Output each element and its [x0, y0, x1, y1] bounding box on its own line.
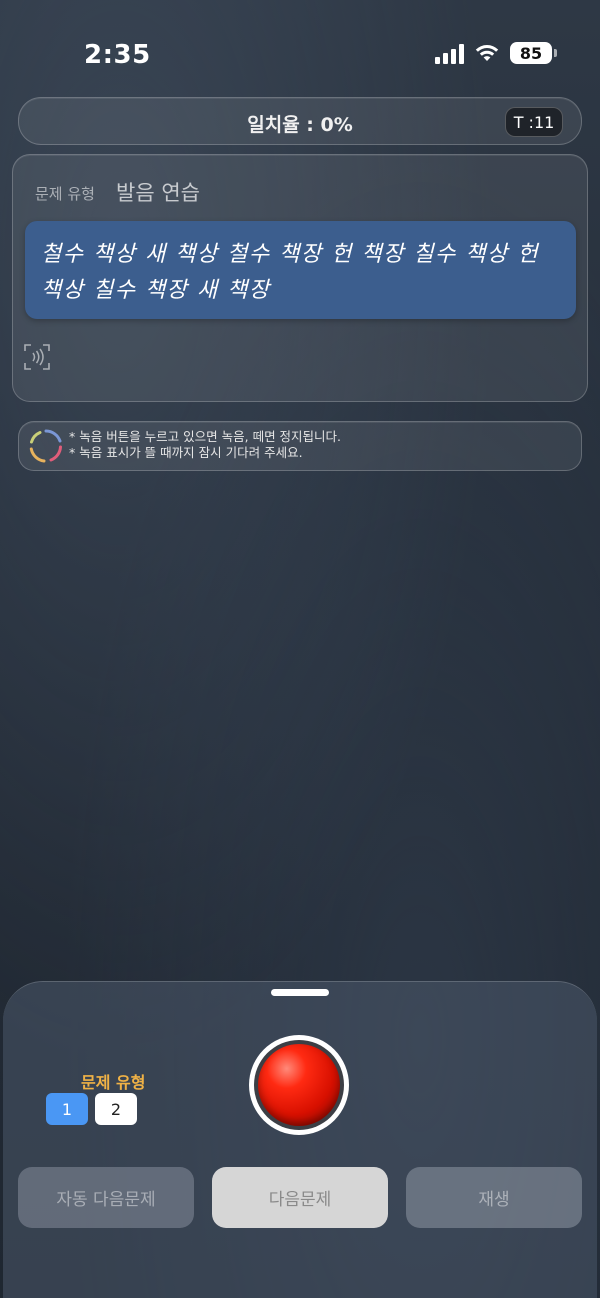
type-option-2[interactable]: 2: [95, 1093, 137, 1125]
battery-icon: 85: [510, 42, 557, 64]
question-type-value: 발음 연습: [116, 181, 200, 205]
bottom-sheet: 문제 유형 1 2: [3, 981, 597, 1298]
loading-spinner-icon: [29, 429, 62, 463]
hint-line-1: * 녹음 버튼을 누르고 있으면 녹음, 떼면 정지됩니다.: [69, 429, 342, 444]
match-rate-text: 일치율 : 0%: [247, 114, 353, 136]
next-button[interactable]: 다음문제: [212, 1167, 388, 1228]
nfc-sound-icon[interactable]: [23, 343, 51, 371]
wifi-icon: [475, 45, 499, 61]
auto-next-button[interactable]: 자동 다음문제: [18, 1167, 194, 1228]
sheet-grabber[interactable]: [271, 989, 329, 996]
hint-line-2: * 녹음 표시가 뜰 때까지 잠시 기다려 주세요.: [69, 445, 303, 460]
record-icon: [258, 1044, 340, 1126]
record-button-ring: [254, 1040, 344, 1130]
question-card: 문제 유형 발음 연습 철수 책상 새 책상 철수 책장 헌 책장 칠수 책상 …: [12, 154, 588, 402]
timer-badge: T :11: [505, 107, 563, 137]
hint-text: * 녹음 버튼을 누르고 있으면 녹음, 떼면 정지됩니다. * 녹음 표시가 …: [69, 429, 341, 461]
sentence-box: 철수 책상 새 책상 철수 책장 헌 책장 칠수 책상 헌 책상 칠수 책장 새…: [25, 221, 576, 319]
status-time: 2:35: [84, 40, 151, 70]
record-button[interactable]: [249, 1035, 349, 1135]
play-button[interactable]: 재생: [406, 1167, 582, 1228]
type-option-1[interactable]: 1: [46, 1093, 88, 1125]
status-right: 85: [435, 42, 557, 64]
signal-icon: [435, 42, 464, 64]
sentence-text: 철수 책상 새 책상 철수 책장 헌 책장 칠수 책상 헌 책상 칠수 책장 새…: [41, 242, 539, 303]
hint-bar: * 녹음 버튼을 누르고 있으면 녹음, 떼면 정지됩니다. * 녹음 표시가 …: [18, 421, 582, 471]
match-rate-bar: 일치율 : 0% T :11: [18, 97, 582, 145]
sheet-type-label: 문제 유형: [81, 1073, 146, 1092]
status-bar: 2:35 85: [0, 0, 600, 100]
question-type-label: 문제 유형: [35, 185, 95, 203]
